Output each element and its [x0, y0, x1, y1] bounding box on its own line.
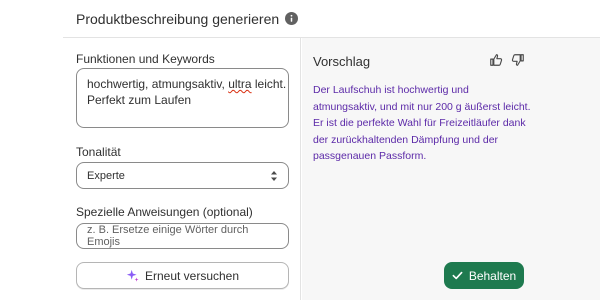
- tone-select-value: Experte: [87, 169, 125, 182]
- features-text-a: hochwertig, atmungsaktiv,: [87, 77, 229, 91]
- instructions-input[interactable]: z. B. Ersetze einige Wörter durch Emojis: [76, 223, 289, 249]
- form-panel: Funktionen und Keywords hochwertig, atmu…: [63, 38, 301, 300]
- features-line-1: hochwertig, atmungsaktiv, ultra leicht.: [87, 76, 286, 92]
- features-line-2: Perfekt zum Laufen: [87, 93, 192, 107]
- instructions-label: Spezielle Anweisungen (optional): [76, 205, 253, 219]
- checkmark-icon: [452, 271, 463, 280]
- sparkle-icon: [126, 269, 139, 282]
- suggestion-text: Der Laufschuh ist hochwertig und atmungs…: [313, 84, 531, 162]
- retry-button-label: Erneut versuchen: [144, 268, 240, 283]
- modal-header: Produktbeschreibung generieren: [63, 0, 600, 38]
- features-text-b: leicht.: [251, 77, 287, 91]
- suggestion-title: Vorschlag: [313, 54, 371, 69]
- info-icon[interactable]: [285, 12, 299, 25]
- retry-button[interactable]: Erneut versuchen: [76, 262, 289, 289]
- tone-label: Tonalität: [76, 145, 121, 159]
- thumbs-down-icon[interactable]: [511, 53, 525, 67]
- select-arrows-icon: [271, 170, 277, 181]
- thumbs-up-icon[interactable]: [489, 53, 503, 67]
- keep-button-label: Behalten: [468, 268, 517, 283]
- features-textarea[interactable]: hochwertig, atmungsaktiv, ultra leicht. …: [76, 68, 289, 128]
- instructions-placeholder: z. B. Ersetze einige Wörter durch Emojis: [87, 224, 249, 248]
- misspelled-word: ultra: [228, 77, 252, 91]
- keep-button[interactable]: Behalten: [444, 262, 524, 289]
- page-title: Produktbeschreibung generieren: [76, 10, 280, 27]
- suggestion-panel: Vorschlag Der Laufschuh ist hochwertig u…: [302, 38, 600, 300]
- tone-select[interactable]: Experte: [76, 162, 289, 189]
- features-label: Funktionen und Keywords: [76, 52, 215, 66]
